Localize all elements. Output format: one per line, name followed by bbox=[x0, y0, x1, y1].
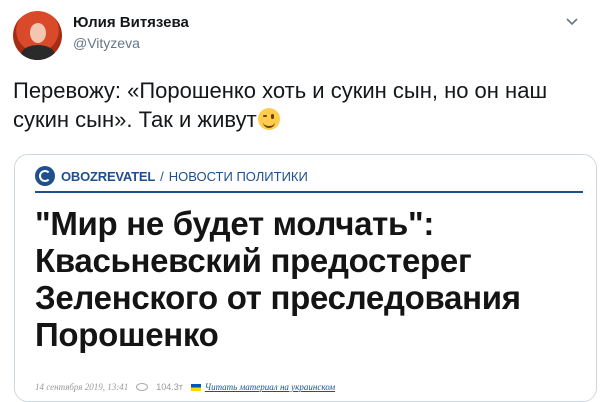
avatar[interactable] bbox=[13, 11, 62, 60]
author-handle[interactable]: @Vityzeva bbox=[73, 35, 140, 51]
brand-divider bbox=[35, 191, 583, 193]
card-image: OBOZREVATEL / НОВОСТИ ПОЛИТИКИ "Мир не б… bbox=[15, 155, 596, 401]
brand-separator: / bbox=[160, 168, 164, 184]
card-date: 14 сентября 2019, 13:41 bbox=[35, 382, 129, 392]
link-card[interactable]: OBOZREVATEL / НОВОСТИ ПОЛИТИКИ "Мир не б… bbox=[14, 154, 597, 402]
chevron-down-icon[interactable] bbox=[565, 17, 579, 27]
brand-name: OBOZREVATEL bbox=[61, 168, 156, 184]
brand-section: НОВОСТИ ПОЛИТИКИ bbox=[168, 168, 308, 184]
eye-icon bbox=[136, 383, 149, 391]
obozrevatel-logo-icon bbox=[35, 166, 55, 186]
card-meta: 14 сентября 2019, 13:41 104.3т Читать ма… bbox=[35, 380, 335, 394]
brand-row: OBOZREVATEL / НОВОСТИ ПОЛИТИКИ bbox=[35, 165, 308, 187]
tweet-text: Перевожу: «Порошенко хоть и сукин сын, н… bbox=[13, 76, 593, 134]
ukraine-flag-icon bbox=[190, 383, 201, 391]
read-ukrainian-link: Читать материал на украинском bbox=[204, 382, 336, 392]
card-headline: "Мир не будет молчать": Квасьневский пре… bbox=[35, 205, 521, 353]
winking-face-icon bbox=[257, 108, 280, 130]
tweet-text-body: Перевожу: «Порошенко хоть и сукин сын, н… bbox=[13, 78, 548, 132]
card-views: 104.3т bbox=[156, 382, 183, 392]
avatar-face bbox=[30, 23, 46, 43]
tweet: Юлия Витязева @Vityzeva Перевожу: «Порош… bbox=[0, 0, 611, 402]
avatar-body bbox=[21, 45, 55, 60]
author-name[interactable]: Юлия Витязева bbox=[73, 14, 189, 31]
